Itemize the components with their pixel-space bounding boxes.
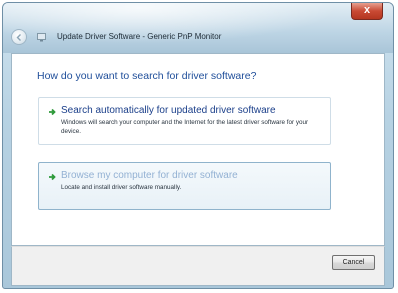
window-title: Update Driver Software - Generic PnP Mon… bbox=[57, 32, 222, 41]
green-arrow-icon bbox=[49, 173, 56, 181]
monitor-device-icon bbox=[37, 33, 46, 42]
cancel-button[interactable]: Cancel bbox=[332, 255, 375, 270]
title-bar: x Update Driver Software - Generic PnP M… bbox=[3, 3, 393, 53]
back-button[interactable] bbox=[11, 29, 27, 45]
option-description: Windows will search your computer and th… bbox=[61, 119, 309, 135]
back-arrow-icon bbox=[16, 34, 21, 41]
option-title: Search automatically for updated driver … bbox=[61, 105, 276, 116]
green-arrow-icon bbox=[49, 108, 56, 116]
dialog-window: x Update Driver Software - Generic PnP M… bbox=[2, 2, 394, 289]
close-icon: x bbox=[363, 4, 371, 16]
content-area: How do you want to search for driver sof… bbox=[11, 53, 385, 246]
option-title: Browse my computer for driver software bbox=[61, 170, 238, 181]
option-description: Locate and install driver software manua… bbox=[61, 184, 182, 191]
page-heading: How do you want to search for driver sof… bbox=[37, 70, 257, 82]
browse-computer-option[interactable]: Browse my computer for driver software L… bbox=[38, 162, 331, 210]
close-button[interactable]: x bbox=[351, 3, 383, 20]
search-automatically-option[interactable]: Search automatically for updated driver … bbox=[38, 97, 331, 145]
dialog-footer: Cancel bbox=[11, 246, 385, 286]
